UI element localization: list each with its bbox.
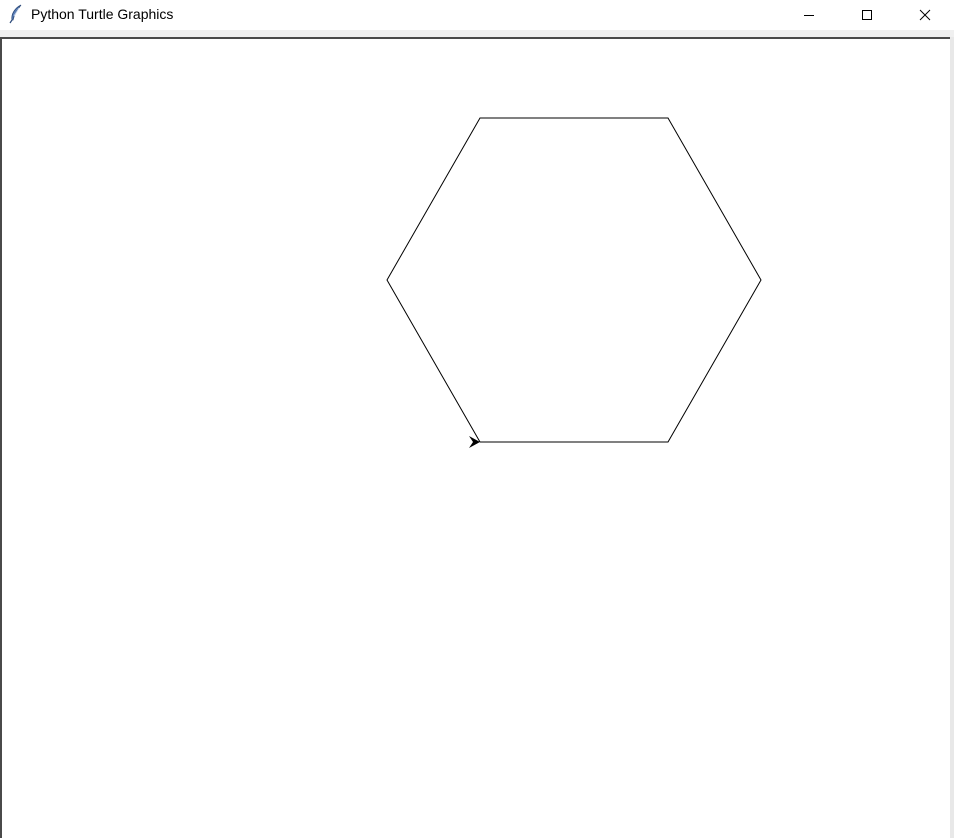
drawing-surface xyxy=(386,117,762,448)
title-bar[interactable]: Python Turtle Graphics xyxy=(0,0,954,30)
close-button[interactable] xyxy=(896,0,954,30)
minimize-button[interactable] xyxy=(780,0,838,30)
maximize-icon xyxy=(862,10,872,20)
close-icon xyxy=(919,9,931,21)
minimize-icon xyxy=(804,15,814,16)
turtle-window: Python Turtle Graphics xyxy=(0,0,954,838)
turtle-arrow-icon xyxy=(469,436,480,448)
window-frame-gap xyxy=(0,30,954,37)
feather-icon xyxy=(8,4,24,24)
window-title: Python Turtle Graphics xyxy=(31,6,174,22)
turtle-canvas[interactable] xyxy=(0,37,950,838)
maximize-button[interactable] xyxy=(838,0,896,30)
window-right-edge xyxy=(950,37,954,838)
hexagon-path xyxy=(386,117,762,443)
